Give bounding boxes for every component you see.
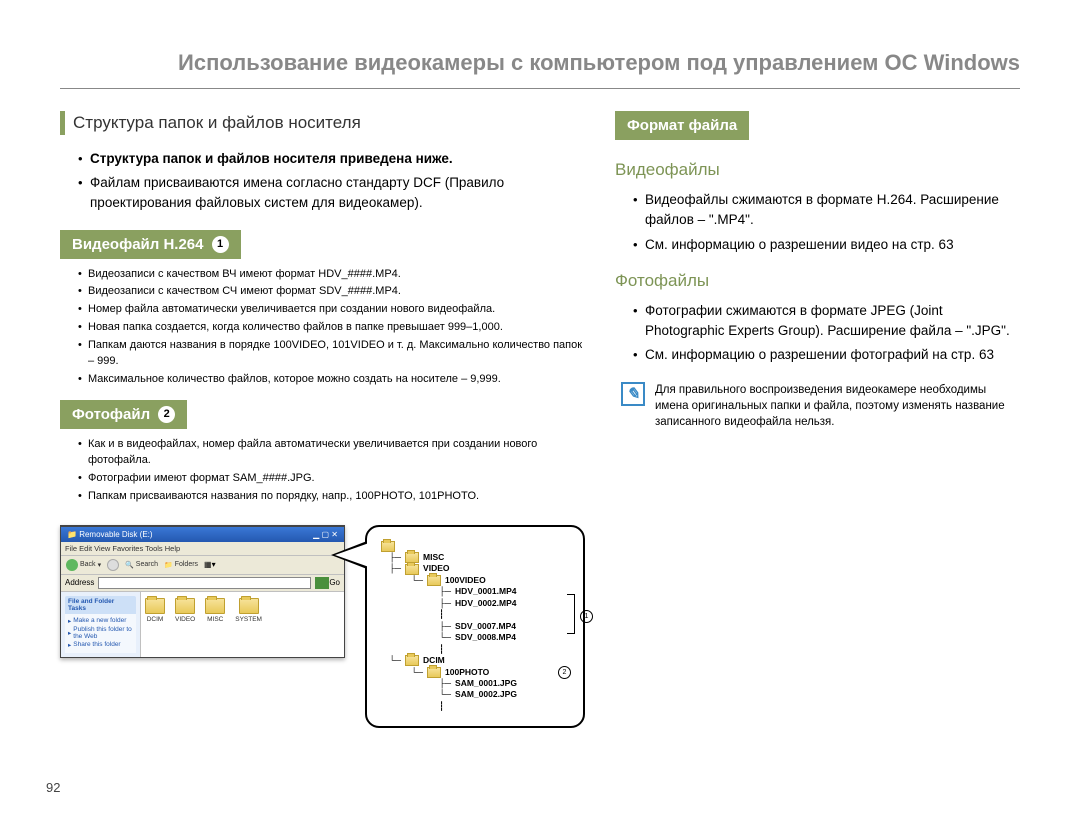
tag-videofile: Видеофайл H.264 1 bbox=[60, 230, 241, 259]
subheading-photo: Фотофайлы bbox=[615, 271, 1020, 291]
circled-number-icon: 1 bbox=[212, 236, 229, 253]
folder-icon bbox=[145, 598, 165, 614]
folder-icon bbox=[405, 655, 419, 666]
folder-icon bbox=[175, 598, 195, 614]
folder-icon bbox=[381, 541, 395, 552]
video-bullets: Видеофайлы сжимаются в формате H.264. Ра… bbox=[615, 190, 1020, 255]
intro-item: Файлам присваиваются имена согласно стан… bbox=[78, 173, 585, 214]
folder-icon bbox=[427, 667, 441, 678]
tag-label: Видеофайл H.264 bbox=[72, 236, 204, 253]
list-item: Максимальное количество файлов, которое … bbox=[78, 372, 585, 388]
list-item: См. информацию о разрешении фотографий н… bbox=[633, 345, 1020, 365]
tag-file-format: Формат файла bbox=[615, 111, 749, 140]
note-box: ✎ Для правильного воспроизведения видеок… bbox=[615, 382, 1020, 430]
list-item: Фотографии имеют формат SAM_####.JPG. bbox=[78, 471, 585, 487]
explorer-titlebar: 📁 Removable Disk (E:) ▁ ▢ ✕ bbox=[61, 527, 344, 542]
list-item: См. информацию о разрешении видео на стр… bbox=[633, 235, 1020, 255]
tag-photofile: Фотофайл 2 bbox=[60, 400, 187, 429]
page-title: Использование видеокамеры с компьютером … bbox=[60, 50, 1020, 89]
folder-icon bbox=[205, 598, 225, 614]
folder-item: DCIM bbox=[145, 598, 165, 651]
list-item: Видеозаписи с качеством ВЧ имеют формат … bbox=[78, 267, 585, 283]
list-item: Папкам присваиваются названия по порядку… bbox=[78, 489, 585, 505]
side-item: ▸ Share this folder bbox=[68, 641, 133, 649]
folder-grid: DCIM VIDEO MISC SYSTEM bbox=[141, 592, 344, 657]
list-item: Видеофайлы сжимаются в формате H.264. Ра… bbox=[633, 190, 1020, 231]
address-input bbox=[98, 577, 311, 589]
illustration-area: 📁 Removable Disk (E:) ▁ ▢ ✕ File Edit Vi… bbox=[60, 525, 585, 729]
list-item: Как и в видеофайлах, номер файла автомат… bbox=[78, 437, 585, 469]
explorer-toolbar: Back ▾ 🔍 Search 📁 Folders ▦▾ bbox=[61, 556, 344, 575]
list-item: Видеозаписи с качеством СЧ имеют формат … bbox=[78, 284, 585, 300]
list-item: Новая папка создается, когда количество … bbox=[78, 320, 585, 336]
folder-tree-callout: ├─ MISC ├─ VIDEO └─ 100VIDEO ├─ HDV_0001… bbox=[365, 525, 585, 729]
address-label: Address bbox=[65, 578, 94, 587]
folder-icon bbox=[405, 564, 419, 575]
folder-tree: ├─ MISC ├─ VIDEO └─ 100VIDEO ├─ HDV_0001… bbox=[381, 541, 565, 713]
intro-list: Структура папок и файлов носителя привед… bbox=[60, 149, 585, 214]
explorer-addressbar: Address Go bbox=[61, 575, 344, 592]
back-icon bbox=[66, 559, 78, 571]
folder-icon bbox=[427, 575, 441, 586]
forward-icon bbox=[107, 559, 119, 571]
page-number: 92 bbox=[46, 780, 60, 795]
explorer-window: 📁 Removable Disk (E:) ▁ ▢ ✕ File Edit Vi… bbox=[60, 525, 345, 658]
window-controls: ▁ ▢ ✕ bbox=[313, 530, 338, 539]
list-item: Номер файла автоматически увеличивается … bbox=[78, 302, 585, 318]
window-title: 📁 Removable Disk (E:) bbox=[67, 530, 153, 539]
right-column: Формат файла Видеофайлы Видеофайлы сжима… bbox=[615, 111, 1020, 728]
video-items-list: Видеозаписи с качеством ВЧ имеют формат … bbox=[60, 267, 585, 389]
folder-item: SYSTEM bbox=[235, 598, 262, 651]
left-column: Структура папок и файлов носителя Структ… bbox=[60, 111, 585, 728]
explorer-menubar: File Edit View Favorites Tools Help bbox=[61, 542, 344, 556]
folder-item: VIDEO bbox=[175, 598, 195, 651]
folder-item: MISC bbox=[205, 598, 225, 651]
folder-icon bbox=[239, 598, 259, 614]
section-heading-structure: Структура папок и файлов носителя bbox=[60, 111, 585, 135]
go-label: Go bbox=[329, 578, 340, 587]
list-item: Папкам даются названия в порядке 100VIDE… bbox=[78, 338, 585, 370]
side-item: ▸ Publish this folder to the Web bbox=[68, 626, 133, 640]
photo-bullets: Фотографии сжимаются в формате JPEG (Joi… bbox=[615, 301, 1020, 366]
note-text: Для правильного воспроизведения видеокам… bbox=[655, 382, 1020, 430]
marker-icon: 2 bbox=[558, 666, 571, 679]
side-item: ▸ Make a new folder bbox=[68, 617, 133, 625]
go-button bbox=[315, 577, 329, 589]
sidepanel-title: File and Folder Tasks bbox=[65, 596, 136, 614]
subheading-video: Видеофайлы bbox=[615, 160, 1020, 180]
marker-icon: 1 bbox=[580, 610, 593, 623]
explorer-sidepanel: File and Folder Tasks ▸ Make a new folde… bbox=[61, 592, 141, 657]
circled-number-icon: 2 bbox=[158, 406, 175, 423]
list-item: Фотографии сжимаются в формате JPEG (Joi… bbox=[633, 301, 1020, 342]
intro-item: Структура папок и файлов носителя привед… bbox=[78, 149, 585, 169]
note-icon: ✎ bbox=[621, 382, 645, 406]
photo-items-list: Как и в видеофайлах, номер файла автомат… bbox=[60, 437, 585, 505]
tag-label: Фотофайл bbox=[72, 406, 150, 423]
